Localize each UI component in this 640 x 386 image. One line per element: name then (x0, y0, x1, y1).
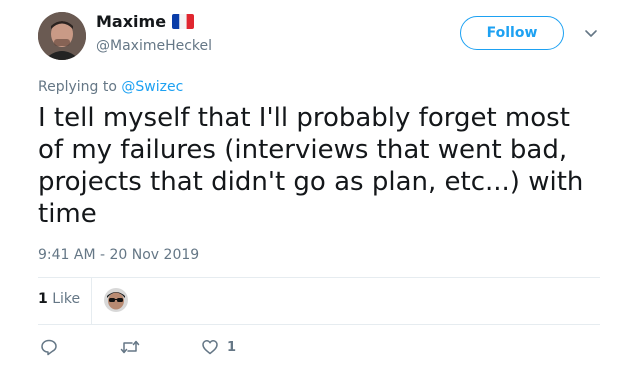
author-name-text: Maxime (96, 12, 167, 31)
retweet-button[interactable] (120, 337, 140, 357)
liker-avatar[interactable] (104, 288, 128, 312)
follow-button[interactable]: Follow (460, 16, 564, 50)
heart-icon (202, 340, 218, 355)
divider-top (38, 277, 600, 278)
author-handle[interactable]: @MaximeHeckel (96, 37, 212, 55)
likes-stat[interactable]: 1 Like (38, 290, 80, 308)
likes-stat-label: Like (47, 291, 81, 307)
tweet-timestamp[interactable]: 9:41 AM - 20 Nov 2019 (38, 246, 199, 264)
likes-stat-count: 1 (38, 291, 48, 307)
author-name[interactable]: Maxime (96, 12, 195, 32)
retweet-icon (120, 340, 140, 354)
like-action-count: 1 (227, 339, 237, 355)
tweet-card: Maxime @MaximeHeckel Follow Replying to … (0, 0, 640, 386)
divider-bottom (38, 324, 600, 325)
reply-context: Replying to @Swizec (38, 78, 183, 96)
reply-context-prefix: Replying to (38, 79, 122, 95)
chevron-down-icon[interactable] (582, 24, 600, 42)
reply-mention-link[interactable]: @Swizec (121, 79, 183, 95)
tweet-text: I tell myself that I'll probably forget … (38, 103, 584, 229)
france-flag-icon (172, 14, 195, 29)
reply-icon (41, 339, 57, 356)
stats-separator (91, 277, 92, 324)
reply-button[interactable] (40, 337, 58, 357)
like-button[interactable]: 1 (201, 337, 236, 357)
author-avatar[interactable] (38, 12, 86, 60)
